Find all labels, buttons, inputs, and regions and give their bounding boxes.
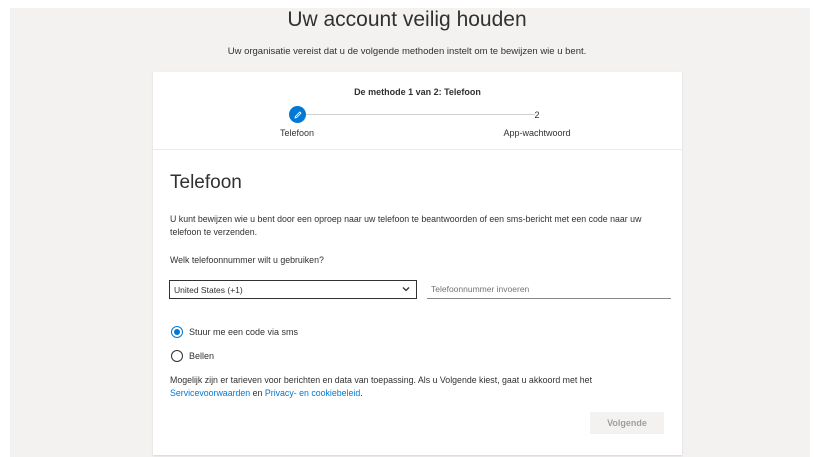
page-title: Uw account veilig houden: [287, 8, 527, 31]
phone-question: Welk telefoonnummer wilt u gebruiken?: [170, 255, 324, 265]
section-title: Telefoon: [170, 172, 242, 193]
setup-card: De methode 1 van 2: Telefoon Telefoon 2 …: [153, 72, 682, 455]
step-2-number: 2: [534, 110, 540, 120]
terms-text-middle: en: [250, 387, 265, 398]
sms-option-label: Stuur me een code via sms: [189, 327, 299, 337]
call-option[interactable]: Bellen: [171, 350, 214, 362]
call-option-label: Bellen: [189, 351, 215, 361]
step-header: De methode 1 van 2: Telefoon: [354, 87, 481, 97]
method-description: U kunt bewijzen wie u bent door een opro…: [170, 214, 642, 237]
card-divider: [153, 149, 682, 150]
privacy-policy-link[interactable]: Privacy- en cookiebeleid: [265, 388, 360, 398]
call-radio[interactable]: [171, 350, 183, 362]
stepper-line: [297, 114, 535, 115]
service-terms-link[interactable]: Servicevoorwaarden: [170, 388, 250, 398]
pencil-icon: [294, 111, 301, 118]
page-subtitle: Uw organisatie vereist dat u de volgende…: [227, 46, 587, 57]
country-code-select[interactable]: United States (+1): [169, 280, 417, 299]
step-1-indicator: [289, 106, 306, 123]
terms-text-before: Mogelijk zijn er tarieven voor berichten…: [170, 375, 593, 385]
phone-number-input[interactable]: [427, 280, 671, 299]
next-button[interactable]: Volgende: [590, 412, 664, 434]
terms-text-after: .: [360, 387, 363, 398]
step-1-label: Telefoon: [279, 128, 315, 138]
sms-option[interactable]: Stuur me een code via sms: [171, 326, 298, 338]
terms-text: Mogelijk zijn er tarieven voor berichten…: [170, 374, 675, 399]
country-code-value: United States (+1): [174, 284, 243, 295]
chevron-down-icon: [402, 287, 410, 292]
sms-radio[interactable]: [171, 326, 183, 338]
step-2-label: App-wachtwoord: [503, 128, 571, 138]
